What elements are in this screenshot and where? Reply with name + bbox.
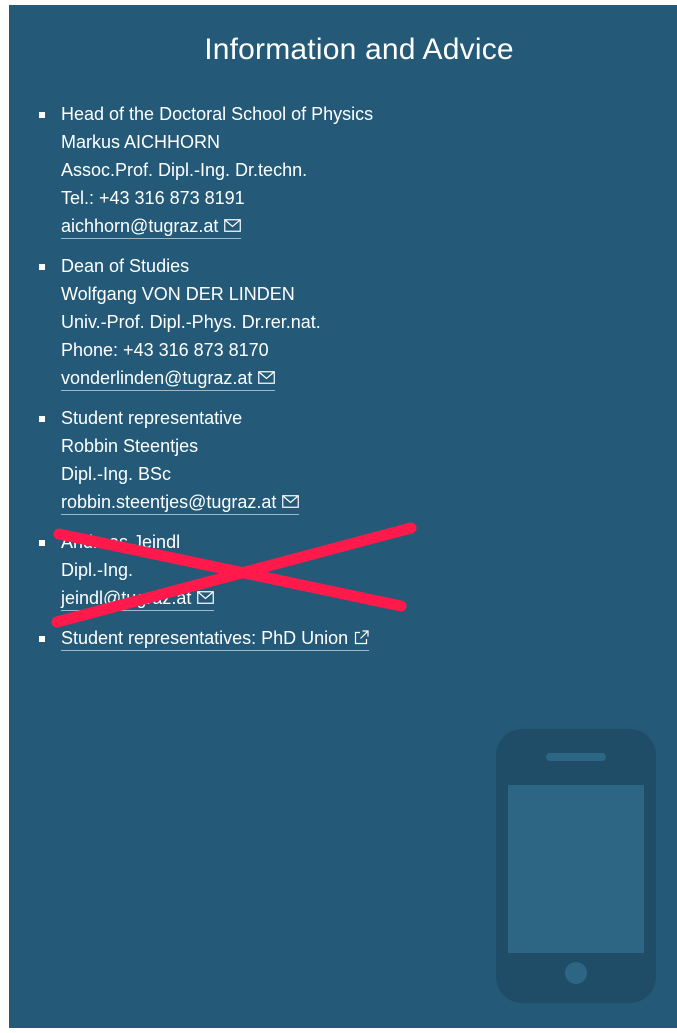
contact-phone: Phone: +43 316 873 8170: [61, 340, 269, 360]
mail-icon: [282, 494, 300, 508]
email-link-steentjes[interactable]: robbin.steentjes@tugraz.at: [61, 490, 300, 515]
mail-icon: [197, 590, 215, 604]
contact-role: Head of the Doctoral School of Physics: [61, 104, 374, 124]
contact-item-crossed-out: Andreas Jeindl Dipl.-Ing. jeindl@tugraz.…: [9, 522, 649, 628]
bullet: [39, 112, 45, 118]
contact-name: Wolfgang VON DER LINDEN: [61, 284, 295, 304]
contact-phone: Tel.: +43 316 873 8191: [61, 188, 245, 208]
contact-name: Robbin Steentjes: [61, 436, 199, 456]
info-advice-panel: Information and Advice Head of the Docto…: [9, 5, 677, 1028]
email-link-aichhorn[interactable]: aichhorn@tugraz.at: [61, 214, 242, 239]
contact-degree: Dipl.-Ing.: [61, 560, 134, 580]
bullet: [39, 264, 45, 270]
contact-item-head: Head of the Doctoral School of Physics M…: [9, 100, 649, 240]
phd-union-link[interactable]: Student representatives: PhD Union: [61, 626, 370, 651]
contact-item-phd-union: Student representatives: PhD Union: [9, 624, 649, 652]
bullet: [39, 416, 45, 422]
email-text: aichhorn@tugraz.at: [61, 216, 219, 236]
contact-name: Markus AICHHORN: [61, 132, 221, 152]
contact-list: Head of the Doctoral School of Physics M…: [9, 100, 649, 664]
panel-title: Information and Advice: [204, 33, 514, 66]
contact-degree: Dipl.-Ing. BSc: [61, 464, 172, 484]
phd-union-label: Student representatives: PhD Union: [61, 628, 349, 648]
contact-role: Dean of Studies: [61, 256, 190, 276]
email-text: robbin.steentjes@tugraz.at: [61, 492, 277, 512]
contact-item-student-rep: Student representative Robbin Steentjes …: [9, 404, 649, 516]
mail-icon: [224, 218, 242, 232]
mail-icon: [258, 370, 276, 384]
bullet: [39, 540, 45, 546]
email-text: vonderlinden@tugraz.at: [61, 368, 253, 388]
external-link-icon: [355, 630, 369, 644]
contact-name: Andreas Jeindl: [61, 532, 181, 552]
email-link-jeindl[interactable]: jeindl@tugraz.at: [61, 586, 215, 611]
contact-degree: Assoc.Prof. Dipl.-Ing. Dr.techn.: [61, 160, 308, 180]
phone-icon: [496, 729, 656, 1003]
contact-role: Student representative: [61, 408, 243, 428]
bullet: [39, 636, 45, 642]
contact-degree: Univ.-Prof. Dipl.-Phys. Dr.rer.nat.: [61, 312, 321, 332]
email-text: jeindl@tugraz.at: [61, 588, 192, 608]
email-link-vonderlinden[interactable]: vonderlinden@tugraz.at: [61, 366, 276, 391]
contact-item-dean: Dean of Studies Wolfgang VON DER LINDEN …: [9, 252, 649, 392]
